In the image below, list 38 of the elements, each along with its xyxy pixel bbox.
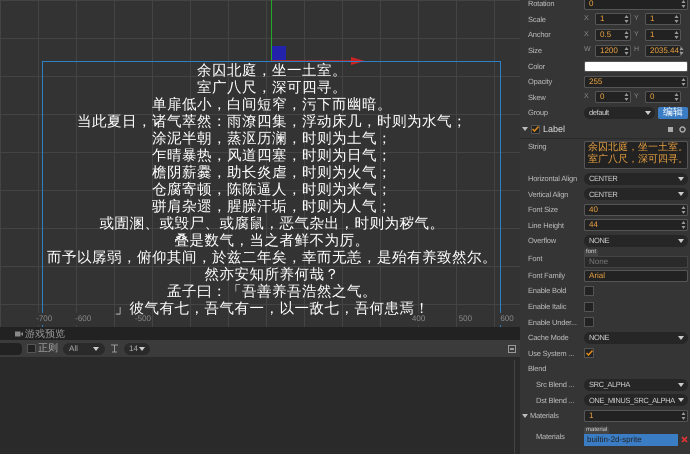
- log-level-dropdown[interactable]: All: [63, 342, 105, 354]
- poem-line: 室广八尺，深可四寻。: [197, 80, 347, 96]
- poem-line: 然亦安知所养何哉？: [204, 267, 340, 284]
- poem-line: 叠是数气，当之者鲜不为厉。: [174, 233, 370, 250]
- ruler-label: -700: [35, 313, 54, 325]
- component-title: Label: [543, 122, 566, 136]
- poem-line: 骈肩杂遝，腥臊汗垢，时则为人气；: [152, 199, 392, 216]
- number-field[interactable]: 1: [645, 13, 681, 26]
- edit-button[interactable]: 编辑: [658, 106, 688, 119]
- poem-line: 单扉低小，白间短窄，污下而幽暗。: [152, 97, 392, 114]
- poem-line: 仓腐寄顿，陈陈逼人，时则为米气；: [152, 182, 392, 198]
- poem-line: 檐阴薪爨，助长炎虐，时则为火气；: [152, 165, 392, 182]
- poem-line: 或圊溷、或毁尸、或腐鼠，恶气杂出，时则为秽气。: [100, 216, 444, 232]
- number-field[interactable]: 0: [595, 91, 631, 104]
- number-field[interactable]: 1: [645, 28, 681, 41]
- number-field[interactable]: 1200: [595, 44, 631, 57]
- poem-line: 而予以孱弱，俯仰其间，於兹二年矣，幸而无恙，是殆有养致然尔。: [47, 250, 497, 266]
- number-field[interactable]: 255: [584, 76, 688, 88]
- number-field[interactable]: 2035.44: [645, 44, 681, 57]
- number-field[interactable]: 1: [595, 13, 631, 26]
- number-field[interactable]: 40: [584, 204, 688, 216]
- ruler-label: -600: [74, 313, 92, 325]
- number-field[interactable]: 0: [584, 0, 688, 10]
- number-field[interactable]: 44: [584, 219, 688, 232]
- poem-line: 乍晴暴热，风道四塞，时则为日气；: [152, 148, 392, 165]
- poem-line: 孟子曰：「吾善养吾浩然之气。: [167, 284, 377, 301]
- panel-tab[interactable]: 游戏预览: [12, 328, 68, 340]
- poem-line: 余囚北庭，坐一土室。: [197, 63, 347, 80]
- text-field[interactable]: Arial: [584, 270, 688, 282]
- poem-line: 涂泥半朝，蒸沤历澜，时则为土气；: [152, 131, 392, 148]
- poem-line: 当此夏日，诸气萃然：雨潦四集，浮动床几，时则为水气；: [77, 114, 467, 130]
- ruler-label: 600: [499, 313, 515, 325]
- number-field[interactable]: 0: [645, 91, 681, 104]
- number-field[interactable]: 1: [584, 410, 688, 422]
- regex-label: 正则: [38, 342, 58, 356]
- number-field[interactable]: 0.5: [595, 28, 631, 41]
- font-size-dropdown[interactable]: 14: [124, 342, 150, 354]
- material-asset-field[interactable]: builtin-2d-sprite: [584, 434, 678, 446]
